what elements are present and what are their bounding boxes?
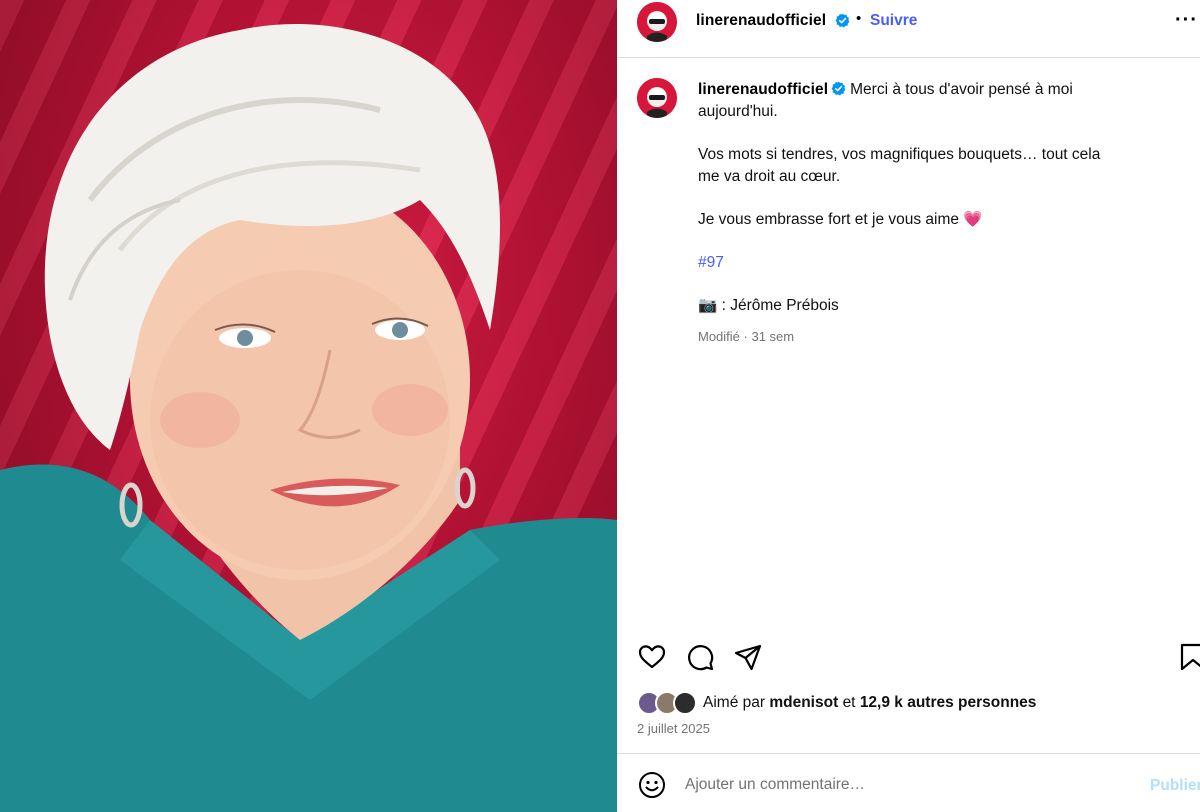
caption-section: linerenaudofficiel Merci à tous d'avoir p…	[617, 58, 1200, 643]
publish-button[interactable]: Publier	[1150, 777, 1200, 795]
liker-avatars[interactable]	[637, 690, 697, 716]
follow-button[interactable]: Suivre	[870, 12, 917, 30]
heart-icon[interactable]	[637, 642, 667, 672]
caption-meta: Modifié · 31 sem	[698, 329, 795, 344]
emoji-icon[interactable]	[638, 771, 666, 799]
comment-bar: Publier	[617, 753, 1200, 812]
caption-text: linerenaudofficiel Merci à tous d'avoir p…	[698, 79, 1118, 348]
share-icon[interactable]	[733, 642, 763, 672]
camera-emoji: 📷	[698, 297, 718, 314]
likes-summary: Aimé par mdenisot et 12,9 k autres perso…	[637, 690, 1197, 718]
liker-username[interactable]: mdenisot	[769, 694, 838, 711]
edited-label: Modifié	[698, 329, 740, 344]
verified-badge-icon	[835, 13, 850, 28]
likes-others[interactable]: 12,9 k autres personnes	[860, 694, 1037, 711]
caption-paragraph-2: Vos mots si tendres, vos magnifiques bou…	[698, 146, 1101, 185]
likes-text: Aimé par mdenisot et 12,9 k autres perso…	[703, 694, 1036, 712]
photo-credit-text: : Jérôme Prébois	[717, 297, 839, 314]
comment-input[interactable]	[685, 774, 1125, 796]
separator-dot: •	[856, 10, 862, 27]
post-date[interactable]: 2 juillet 2025	[637, 721, 710, 736]
caption-paragraph-3: Je vous embrasse fort et je vous aime 💗	[698, 209, 1118, 231]
action-bar	[617, 640, 1200, 680]
caption-username[interactable]: linerenaudofficiel	[698, 81, 828, 98]
bookmark-icon[interactable]	[1179, 642, 1200, 672]
time-ago[interactable]: 31 sem	[751, 329, 794, 344]
hashtag-link[interactable]: #97	[698, 254, 724, 271]
heart-emoji: 💗	[963, 211, 983, 228]
likes-conjunction: et	[842, 694, 856, 711]
verified-badge-icon	[831, 81, 846, 96]
post-header: linerenaudofficiel • Suivre ···	[617, 0, 1200, 58]
liker-avatar	[673, 691, 697, 715]
comment-icon[interactable]	[685, 642, 715, 672]
caption-paragraph-3-text: Je vous embrasse fort et je vous aime	[698, 211, 960, 228]
caption-hashtag-line: #97	[698, 252, 1118, 274]
header-username[interactable]: linerenaudofficiel	[696, 12, 826, 30]
caption-credit: 📷 : Jérôme Prébois	[698, 295, 1118, 317]
likes-prefix: Aimé par	[703, 694, 766, 711]
portrait-image	[0, 24, 617, 812]
post-details-panel: linerenaudofficiel • Suivre ··· linerena…	[617, 0, 1200, 812]
caption-avatar-icon[interactable]	[637, 78, 677, 118]
more-options-icon[interactable]: ···	[1175, 9, 1198, 32]
post-photo[interactable]	[0, 0, 617, 812]
profile-avatar-icon[interactable]	[637, 2, 677, 42]
caption-first-line: linerenaudofficiel Merci à tous d'avoir p…	[698, 79, 1118, 123]
